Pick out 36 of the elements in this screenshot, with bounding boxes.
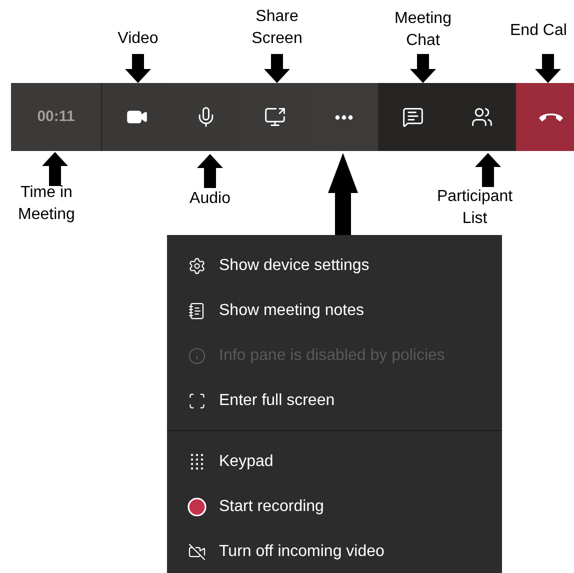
meeting-timer: 00:11: [37, 106, 75, 127]
more-icon: [334, 114, 352, 120]
annotation-label: Time in Meeting: [18, 183, 75, 225]
pointer-arrow: [264, 54, 290, 83]
settings-icon: [188, 256, 206, 274]
annotation-label: Share Screen: [252, 7, 302, 49]
annotation-label: End Cal: [510, 21, 567, 41]
menu-item[interactable]: Enter full screen: [167, 378, 502, 423]
pointer-arrow: [125, 54, 151, 83]
hang-up-icon: [538, 112, 564, 122]
annotation-label: Audio: [190, 189, 230, 209]
annotation-label: Meeting Chat: [394, 9, 452, 51]
pointer-arrow: [535, 54, 561, 83]
keypad-icon: [188, 452, 206, 470]
info-icon: [188, 346, 206, 364]
video-off-icon: [188, 542, 206, 560]
share-screen-icon: [264, 106, 286, 128]
pointer-arrow: [475, 153, 501, 187]
menu-item[interactable]: Keypad: [167, 439, 502, 484]
full-screen-icon: [188, 392, 206, 410]
menu-item[interactable]: Start recording: [167, 484, 502, 529]
menu-item[interactable]: Show device settings: [167, 243, 502, 288]
people-icon: [470, 106, 492, 128]
menu-item[interactable]: Show meeting notes: [167, 288, 502, 333]
pointer-arrow: [42, 152, 68, 186]
participants-button[interactable]: [447, 83, 516, 151]
annotation-label: Video: [118, 29, 158, 49]
chat-button[interactable]: [378, 83, 447, 151]
annotation-label: Participant List: [437, 187, 513, 229]
chat-icon: [402, 106, 424, 128]
pointer-arrow: [410, 54, 436, 83]
record-icon: [187, 496, 207, 516]
menu-item[interactable]: Turn off incoming video: [167, 529, 502, 573]
notepad-icon: [188, 302, 206, 320]
end-call-button[interactable]: [516, 83, 574, 151]
pointer-arrow: [197, 154, 223, 188]
